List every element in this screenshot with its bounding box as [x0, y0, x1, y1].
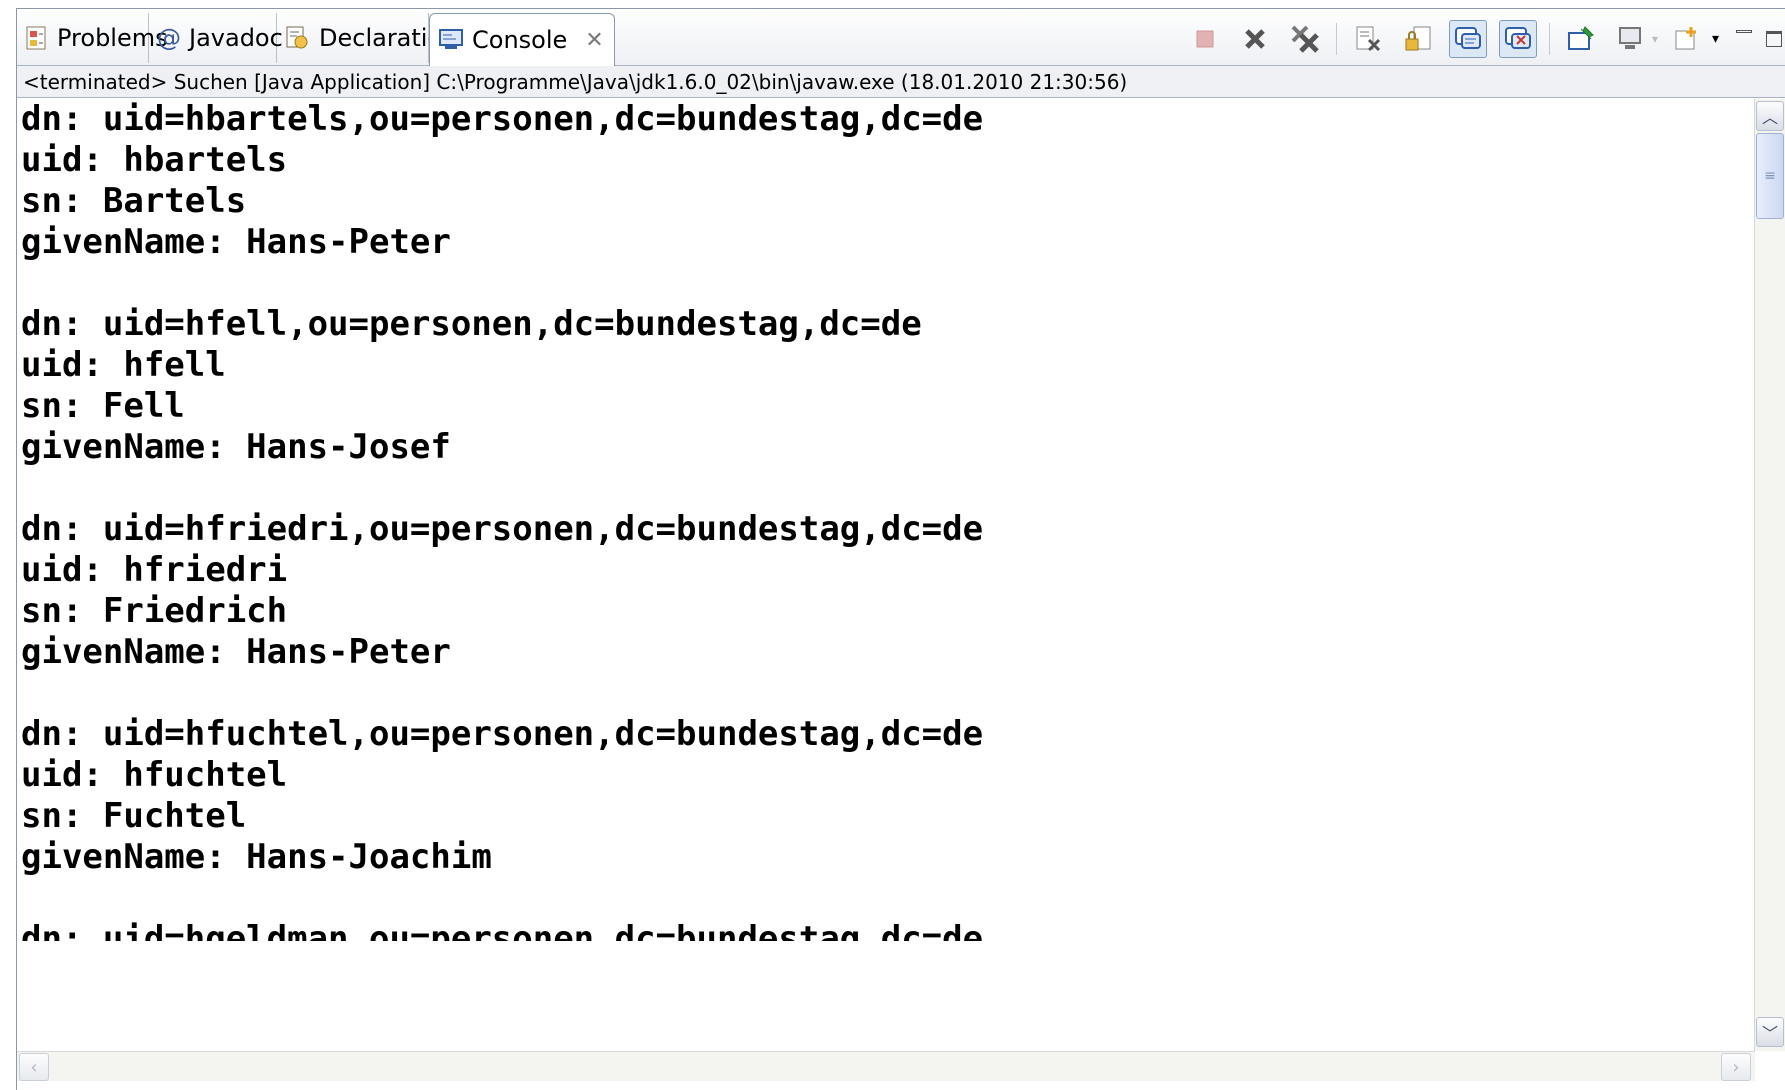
chevron-down-icon[interactable]: ▾ — [1652, 32, 1658, 46]
tab-console[interactable]: Console ✕ — [429, 13, 615, 66]
console-line: uid: hfell — [21, 345, 226, 385]
tab-javadoc[interactable]: @ Javadoc — [149, 13, 283, 63]
view-tab-bar: Problems @ Javadoc Declaration Console ✕ — [17, 9, 1785, 66]
console-view: Problems @ Javadoc Declaration Console ✕ — [16, 8, 1785, 1090]
console-line: sn: Fuchtel — [21, 796, 247, 836]
console-line: givenName: Hans-Josef — [21, 427, 451, 467]
scroll-up-button[interactable]: ︿ — [1756, 101, 1784, 131]
console-line: dn: uid=hbartels,ou=personen,dc=bundesta… — [21, 99, 984, 139]
console-line: dn: uid=hfell,ou=personen,dc=bundestag,d… — [21, 304, 922, 344]
console-line: uid: hfriedri — [21, 550, 288, 590]
maximize-icon[interactable] — [1763, 28, 1785, 50]
tab-declaration[interactable]: Declaration — [277, 13, 457, 63]
chevron-down-icon[interactable]: ▾ — [1712, 31, 1719, 47]
scroll-lock-icon[interactable] — [1399, 20, 1437, 58]
console-line: givenName: Hans-Joachim — [21, 837, 492, 877]
scroll-left-button[interactable]: ‹ — [19, 1053, 49, 1081]
view-toolbar: ▾ ▾ — [1180, 19, 1785, 59]
tab-problems[interactable]: Problems — [17, 13, 168, 63]
declaration-icon — [285, 25, 311, 51]
tab-label: Javadoc — [189, 24, 283, 52]
console-line: givenName: Hans-Peter — [21, 222, 451, 262]
console-output[interactable]: dn: uid=hbartels,ou=personen,dc=bundesta… — [17, 99, 1755, 1051]
vertical-scrollbar[interactable]: ︿ ≡ ﹀ — [1754, 99, 1785, 1051]
console-line: dn: uid=hfuchtel,ou=personen,dc=bundesta… — [21, 714, 984, 754]
remove-all-terminated-icon[interactable] — [1286, 20, 1324, 58]
console-line: dn: uid=hfriedri,ou=personen,dc=bundesta… — [21, 509, 984, 549]
problems-icon — [25, 25, 49, 51]
scroll-down-button[interactable]: ﹀ — [1756, 1017, 1784, 1047]
show-on-stderr-icon[interactable] — [1498, 20, 1537, 58]
terminate-icon[interactable] — [1186, 20, 1224, 58]
scroll-thumb[interactable]: ≡ — [1756, 133, 1784, 219]
console-line: dn: uid=hgeldman,ou=personen,dc=bundesta… — [21, 919, 984, 941]
close-icon[interactable]: ✕ — [585, 28, 603, 53]
console-line: sn: Fell — [21, 386, 185, 426]
tab-label: Console — [472, 26, 568, 54]
console-status-line: <terminated> Suchen [Java Application] C… — [17, 66, 1785, 98]
horizontal-scrollbar[interactable]: ‹ › — [17, 1051, 1755, 1081]
console-line: sn: Bartels — [21, 181, 247, 221]
javadoc-icon: @ — [157, 24, 181, 52]
toolbar-separator — [1548, 23, 1550, 55]
pin-console-icon[interactable] — [1562, 20, 1600, 58]
console-line: uid: hbartels — [21, 140, 288, 180]
console-line: sn: Friedrich — [21, 591, 288, 631]
console-icon — [438, 27, 464, 53]
clear-console-icon[interactable] — [1349, 20, 1387, 58]
minimize-icon[interactable] — [1733, 28, 1755, 50]
show-on-stdout-icon[interactable] — [1448, 20, 1487, 58]
console-line: uid: hfuchtel — [21, 755, 288, 795]
open-console-icon[interactable] — [1668, 20, 1706, 58]
display-console-icon[interactable] — [1612, 20, 1650, 58]
console-line: givenName: Hans-Peter — [21, 632, 451, 672]
remove-launch-icon[interactable] — [1236, 20, 1274, 58]
toolbar-separator — [1335, 23, 1337, 55]
scroll-right-button[interactable]: › — [1721, 1053, 1751, 1081]
